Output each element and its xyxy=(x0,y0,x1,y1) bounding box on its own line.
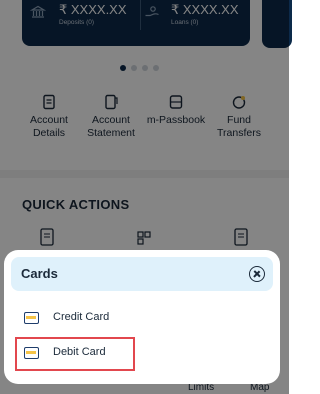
debit-card-option[interactable]: Debit Card xyxy=(15,337,135,371)
debit-card-label: Debit Card xyxy=(53,346,106,358)
credit-card-icon xyxy=(24,312,39,324)
debit-card-icon xyxy=(24,347,39,359)
sheet-header: Cards xyxy=(11,257,273,291)
credit-card-label: Credit Card xyxy=(53,311,110,323)
sheet-title: Cards xyxy=(21,266,58,281)
credit-card-option[interactable]: Credit Card xyxy=(15,302,135,336)
cards-bottom-sheet: Cards Credit Card Debit Card xyxy=(4,250,280,384)
close-icon[interactable] xyxy=(249,266,265,282)
